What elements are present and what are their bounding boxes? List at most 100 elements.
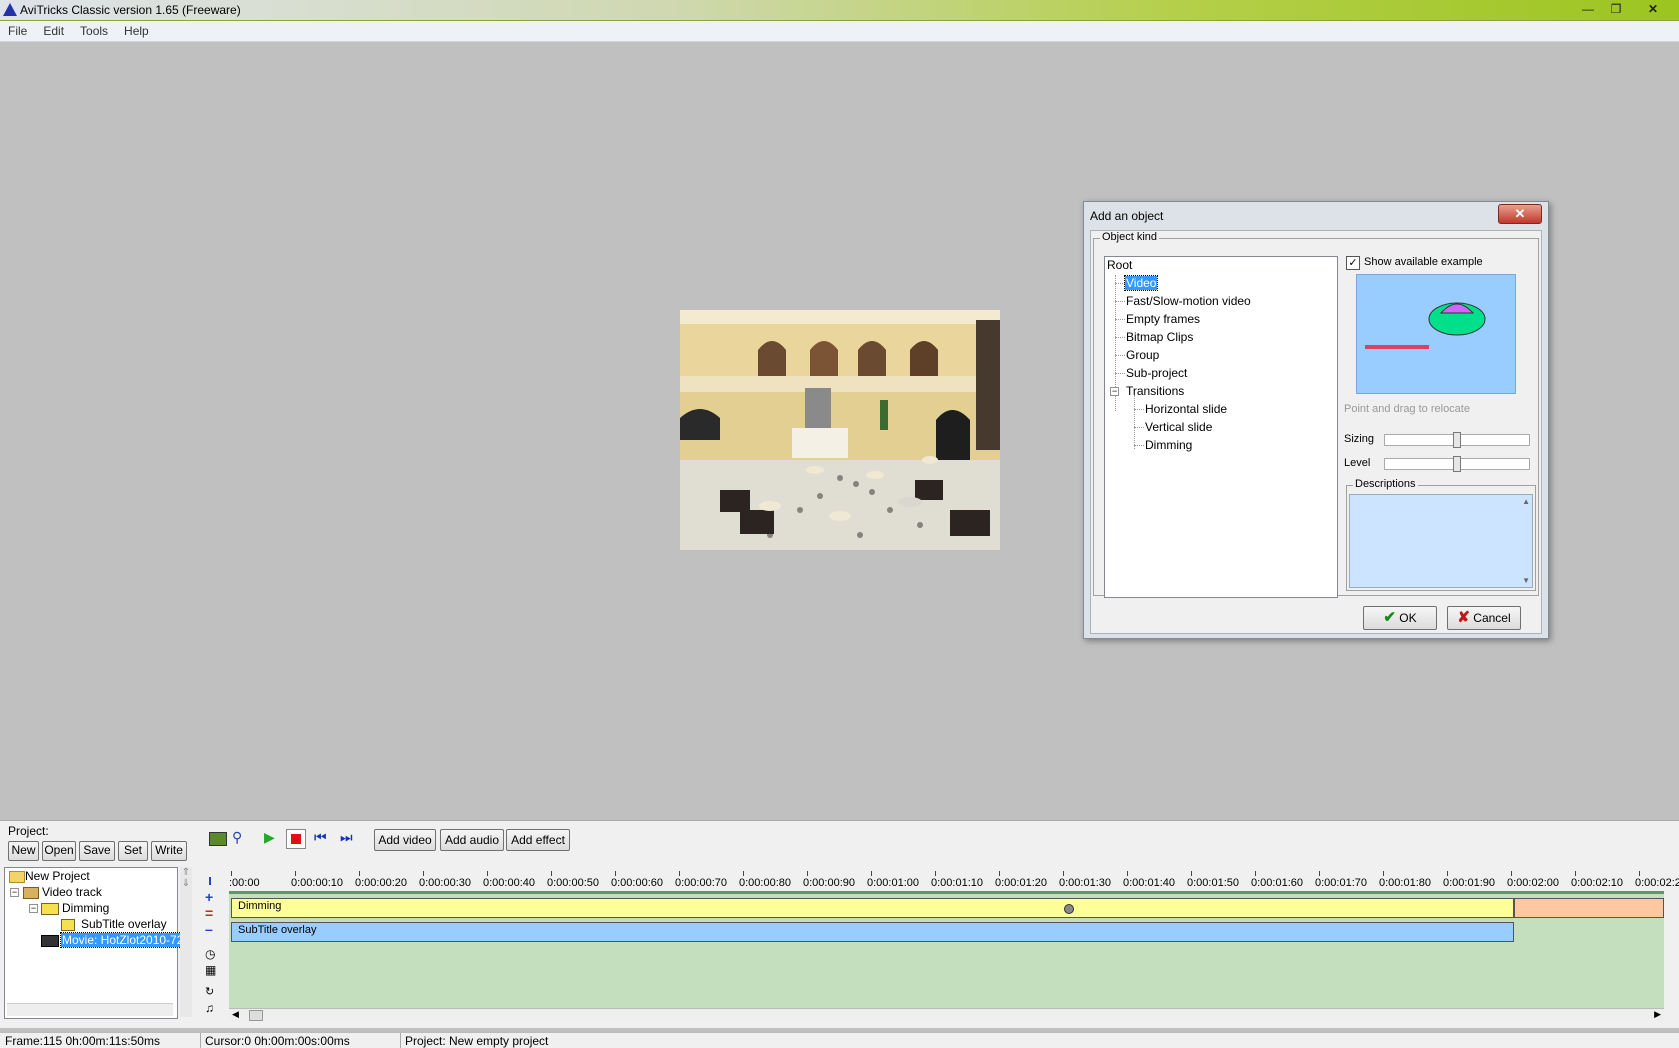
project-tree[interactable]: New Project − Video track − Dimming SubT… xyxy=(4,867,193,1019)
example-preview[interactable] xyxy=(1356,274,1516,394)
ruler-tick-label: 0:00:02:00 xyxy=(1507,877,1559,889)
project-video-track[interactable]: Video track xyxy=(42,884,102,900)
minimize-icon[interactable]: — xyxy=(1575,1,1601,18)
menu-tools[interactable]: Tools xyxy=(72,21,116,41)
ok-button[interactable]: ✔ OK xyxy=(1363,606,1437,630)
sizing-label: Sizing xyxy=(1344,433,1374,445)
dialog-close-button[interactable]: ✕ xyxy=(1498,204,1542,224)
clip-subtitle-overlay[interactable]: SubTitle overlay xyxy=(231,922,1514,942)
new-project-button[interactable]: New xyxy=(8,841,39,861)
timeline-scroll-thumb[interactable] xyxy=(249,1010,263,1021)
status-frame: Frame:115 0h:00m:11s:50ms xyxy=(5,1034,160,1048)
scroll-up-icon[interactable]: ▲ xyxy=(1522,497,1530,506)
cancel-button[interactable]: ✘ Cancel xyxy=(1447,606,1521,630)
ruler-tick-label: 0:00:00:20 xyxy=(355,877,407,889)
music-icon[interactable]: ♫ xyxy=(205,1001,214,1015)
ruler-tick-label: 0:00:01:30 xyxy=(1059,877,1111,889)
move-down-icon[interactable]: ⇓ xyxy=(180,878,192,889)
tree-item-bitmap-clips[interactable]: Bitmap Clips xyxy=(1126,329,1193,345)
tree-item-vertical-slide[interactable]: Vertical slide xyxy=(1145,419,1212,435)
tree-item-transitions[interactable]: Transitions xyxy=(1126,383,1184,399)
menu-edit[interactable]: Edit xyxy=(35,21,72,41)
project-label: Project: xyxy=(8,824,49,838)
stop-icon[interactable] xyxy=(286,829,306,849)
add-audio-button[interactable]: Add audio xyxy=(440,829,504,851)
equal-icon[interactable]: = xyxy=(205,905,213,921)
tree-item-sub-project[interactable]: Sub-project xyxy=(1126,365,1187,381)
write-project-button[interactable]: Write xyxy=(151,841,187,861)
keyframe-handle[interactable] xyxy=(1064,904,1074,914)
project-tree-hscrollbar[interactable] xyxy=(7,1003,173,1016)
add-effect-button[interactable]: Add effect xyxy=(506,829,570,851)
ruler-tick xyxy=(1191,871,1192,876)
clip-subtitle-label: SubTitle overlay xyxy=(238,924,317,936)
set-project-button[interactable]: Set xyxy=(118,841,148,861)
status-project: Project: New empty project xyxy=(405,1034,549,1048)
project-subtitle-overlay[interactable]: SubTitle overlay xyxy=(81,916,167,932)
scroll-right-icon[interactable]: ▶ xyxy=(1654,1009,1661,1020)
add-video-button[interactable]: Add video xyxy=(374,829,436,851)
tree-item-empty-frames[interactable]: Empty frames xyxy=(1126,311,1200,327)
tree-item-video[interactable]: Video xyxy=(1123,275,1159,291)
folder-icon xyxy=(9,871,25,883)
ruler-tick xyxy=(1575,871,1576,876)
timeline-ruler[interactable]: :00:00 0:00:00:10 0:00:00:20 0:00:00:30 0:00… xyxy=(229,857,1679,891)
menu-bar: File Edit Tools Help xyxy=(0,21,1679,42)
clip-dimming[interactable]: Dimming xyxy=(231,898,1514,918)
zoom-in-icon[interactable]: + xyxy=(205,889,213,905)
tree-item-group[interactable]: Group xyxy=(1126,347,1159,363)
ruler-tick xyxy=(295,871,296,876)
play-icon[interactable]: ▶ xyxy=(264,829,275,846)
marker-icon[interactable] xyxy=(209,877,211,885)
close-icon[interactable]: ✕ xyxy=(1640,1,1666,18)
timeline-hscrollbar[interactable]: ◀ ▶ xyxy=(229,1008,1664,1021)
ruler-tick-label: 0:00:01:20 xyxy=(995,877,1047,889)
x-icon: ✘ xyxy=(1457,609,1470,626)
dimming-icon xyxy=(41,903,59,915)
ruler-tick-label: 0:00:02:10 xyxy=(1571,877,1623,889)
status-bar: Frame:115 0h:00m:11s:50ms Cursor:0 0h:00… xyxy=(0,1032,1679,1048)
ruler-tick xyxy=(999,871,1000,876)
move-up-icon[interactable]: ⇑ xyxy=(180,867,192,878)
collapse-video-track-icon[interactable]: − xyxy=(10,888,19,897)
scroll-down-icon[interactable]: ▼ xyxy=(1522,576,1530,585)
track-icon[interactable] xyxy=(209,832,227,846)
save-project-button[interactable]: Save xyxy=(79,841,115,861)
object-kind-tree[interactable]: − Root Video Fast/Slow-motion video Empt… xyxy=(1104,256,1338,598)
collapse-transitions-icon[interactable]: − xyxy=(1110,387,1119,396)
show-example-checkbox[interactable]: ✓ xyxy=(1346,256,1360,270)
clock-icon[interactable]: ◷ xyxy=(205,947,215,961)
link-icon[interactable]: ⚲ xyxy=(232,829,242,846)
level-slider-thumb[interactable] xyxy=(1453,456,1461,472)
project-root[interactable]: New Project xyxy=(25,868,90,884)
tree-item-dimming[interactable]: Dimming xyxy=(1145,437,1192,453)
object-kind-label: Object kind xyxy=(1100,231,1160,243)
skip-start-icon[interactable]: ⏮ xyxy=(314,829,327,846)
skip-end-icon[interactable]: ⏭ xyxy=(340,829,353,846)
sizing-slider-thumb[interactable] xyxy=(1453,432,1461,448)
project-dimming[interactable]: Dimming xyxy=(62,900,109,916)
ruler-tick xyxy=(487,871,488,876)
collapse-dimming-icon[interactable]: − xyxy=(29,904,38,913)
menu-file[interactable]: File xyxy=(0,21,35,41)
frames-icon[interactable]: ▦ xyxy=(205,963,216,977)
ruler-tick xyxy=(935,871,936,876)
timeline[interactable]: :00:00 0:00:00:10 0:00:00:20 0:00:00:30 0:00… xyxy=(229,857,1679,1021)
menu-help[interactable]: Help xyxy=(116,21,157,41)
clip-overflow[interactable] xyxy=(1514,898,1664,918)
descriptions-box[interactable]: ▲ ▼ xyxy=(1349,494,1533,588)
tree-root[interactable]: Root xyxy=(1107,257,1132,273)
restore-icon[interactable]: ❐ xyxy=(1603,1,1629,18)
tree-item-fast-slow-motion[interactable]: Fast/Slow-motion video xyxy=(1126,293,1251,309)
project-tree-vscrollbar[interactable]: ⇑ ⇓ xyxy=(180,867,192,1017)
ruler-tick xyxy=(807,871,808,876)
project-movie[interactable]: Movie: HotZlot2010-720 xyxy=(59,932,193,948)
tree-item-horizontal-slide[interactable]: Horizontal slide xyxy=(1145,401,1227,417)
zoom-out-icon[interactable]: – xyxy=(205,921,213,937)
scroll-left-icon[interactable]: ◀ xyxy=(232,1009,239,1020)
relocate-hint: Point and drag to relocate xyxy=(1344,403,1470,415)
open-project-button[interactable]: Open xyxy=(42,841,76,861)
ruler-tick-label: 0:00:00:10 xyxy=(291,877,343,889)
refresh-icon[interactable]: ↻ xyxy=(205,985,214,998)
cancel-label: Cancel xyxy=(1473,611,1511,625)
